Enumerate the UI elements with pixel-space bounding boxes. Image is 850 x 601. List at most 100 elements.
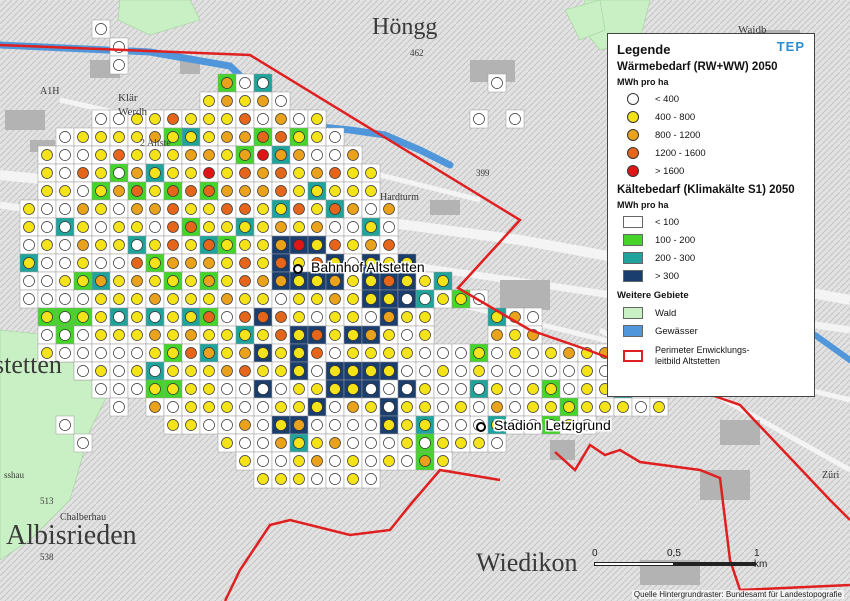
cool-label: 100 - 200 xyxy=(655,234,696,246)
heat-dot xyxy=(563,347,575,359)
heat-dot xyxy=(185,311,197,323)
heat-dot xyxy=(401,401,413,413)
map-label: 513 xyxy=(40,496,54,506)
heat-dot xyxy=(167,113,179,125)
heat-dot xyxy=(239,167,251,179)
heat-dot xyxy=(59,185,71,197)
heat-dot xyxy=(95,275,107,287)
heat-dot xyxy=(113,149,125,161)
heat-dot xyxy=(581,383,593,395)
heat-dot xyxy=(275,257,287,269)
cool-swatch xyxy=(623,252,643,264)
heat-dot xyxy=(203,419,215,431)
heat-dot xyxy=(311,383,323,395)
heat-dot xyxy=(239,185,251,197)
heat-dot xyxy=(221,131,233,143)
heat-dot xyxy=(311,473,323,485)
map-view[interactable]: Höngg 462 Waidb A1H Klär Werdh 2 Altste 399 Hard… xyxy=(0,0,850,601)
heat-dot xyxy=(365,383,377,395)
heat-dot xyxy=(383,455,395,467)
heat-dot xyxy=(275,293,287,305)
heat-dot xyxy=(95,23,107,35)
heat-dot xyxy=(185,347,197,359)
heat-dot xyxy=(311,203,323,215)
heat-dot xyxy=(131,149,143,161)
heat-dot xyxy=(455,383,467,395)
heat-dot xyxy=(311,329,323,341)
heat-dot xyxy=(293,293,305,305)
other-swatch xyxy=(623,325,643,337)
heat-dot xyxy=(455,365,467,377)
heat-swatch xyxy=(627,165,639,177)
building xyxy=(430,200,460,215)
heat-dot xyxy=(455,437,467,449)
heat-dot xyxy=(509,347,521,359)
heat-dot xyxy=(59,149,71,161)
heat-dot xyxy=(365,275,377,287)
heat-dot xyxy=(275,131,287,143)
heat-dot xyxy=(509,365,521,377)
heat-dot xyxy=(419,383,431,395)
heat-dot xyxy=(113,347,125,359)
heat-dot xyxy=(239,257,251,269)
heat-dot xyxy=(77,203,89,215)
heat-dot xyxy=(383,221,395,233)
heat-dot xyxy=(149,185,161,197)
heat-dot xyxy=(23,221,35,233)
heat-dot xyxy=(203,203,215,215)
heat-dot xyxy=(239,203,251,215)
heat-dot xyxy=(275,167,287,179)
heat-dot xyxy=(95,113,107,125)
heat-dot xyxy=(257,167,269,179)
heat-dot xyxy=(365,401,377,413)
heat-dot xyxy=(41,257,53,269)
heat-dot xyxy=(491,437,503,449)
heat-dot xyxy=(275,95,287,107)
heat-dot xyxy=(167,149,179,161)
heat-dot xyxy=(113,239,125,251)
heat-dot xyxy=(257,113,269,125)
heat-dot xyxy=(131,293,143,305)
heat-dot xyxy=(59,293,71,305)
perimeter-swatch xyxy=(623,350,643,362)
heat-dot xyxy=(257,203,269,215)
heat-dot xyxy=(383,311,395,323)
heat-dot xyxy=(419,419,431,431)
heat-dot xyxy=(293,329,305,341)
heat-dot xyxy=(293,221,305,233)
heat-dot xyxy=(23,239,35,251)
heat-dot xyxy=(149,293,161,305)
heat-dot xyxy=(329,167,341,179)
scale-label-1km: 1 km xyxy=(754,548,768,570)
heat-dot xyxy=(149,239,161,251)
heat-dot xyxy=(131,275,143,287)
heat-dot xyxy=(635,401,647,413)
cool-legend-title: Kältebedarf (Klimakälte S1) 2050 xyxy=(617,184,795,196)
heat-dot xyxy=(293,473,305,485)
heat-dot xyxy=(401,275,413,287)
heat-dot xyxy=(257,329,269,341)
heat-dot xyxy=(113,329,125,341)
heat-dot xyxy=(221,347,233,359)
heat-dot xyxy=(239,347,251,359)
heat-dot xyxy=(545,365,557,377)
map-label: Wiedikon xyxy=(476,548,578,577)
heat-dot xyxy=(383,203,395,215)
heat-dot xyxy=(401,437,413,449)
heat-dot xyxy=(167,347,179,359)
map-label: Werdh xyxy=(118,106,148,118)
heat-dot xyxy=(275,455,287,467)
heat-dot xyxy=(185,329,197,341)
heat-swatch xyxy=(627,93,639,105)
heat-label: 1200 - 1600 xyxy=(655,147,706,159)
heat-dot xyxy=(149,275,161,287)
heat-dot xyxy=(95,347,107,359)
heat-dot xyxy=(545,347,557,359)
heat-swatch xyxy=(627,147,639,159)
brand-logo: TEP xyxy=(776,39,805,54)
heat-dot xyxy=(383,347,395,359)
heat-dot xyxy=(311,167,323,179)
heat-dot xyxy=(203,131,215,143)
legend-row-cool-2: 200 - 300 xyxy=(617,249,805,267)
heat-dot xyxy=(257,149,269,161)
